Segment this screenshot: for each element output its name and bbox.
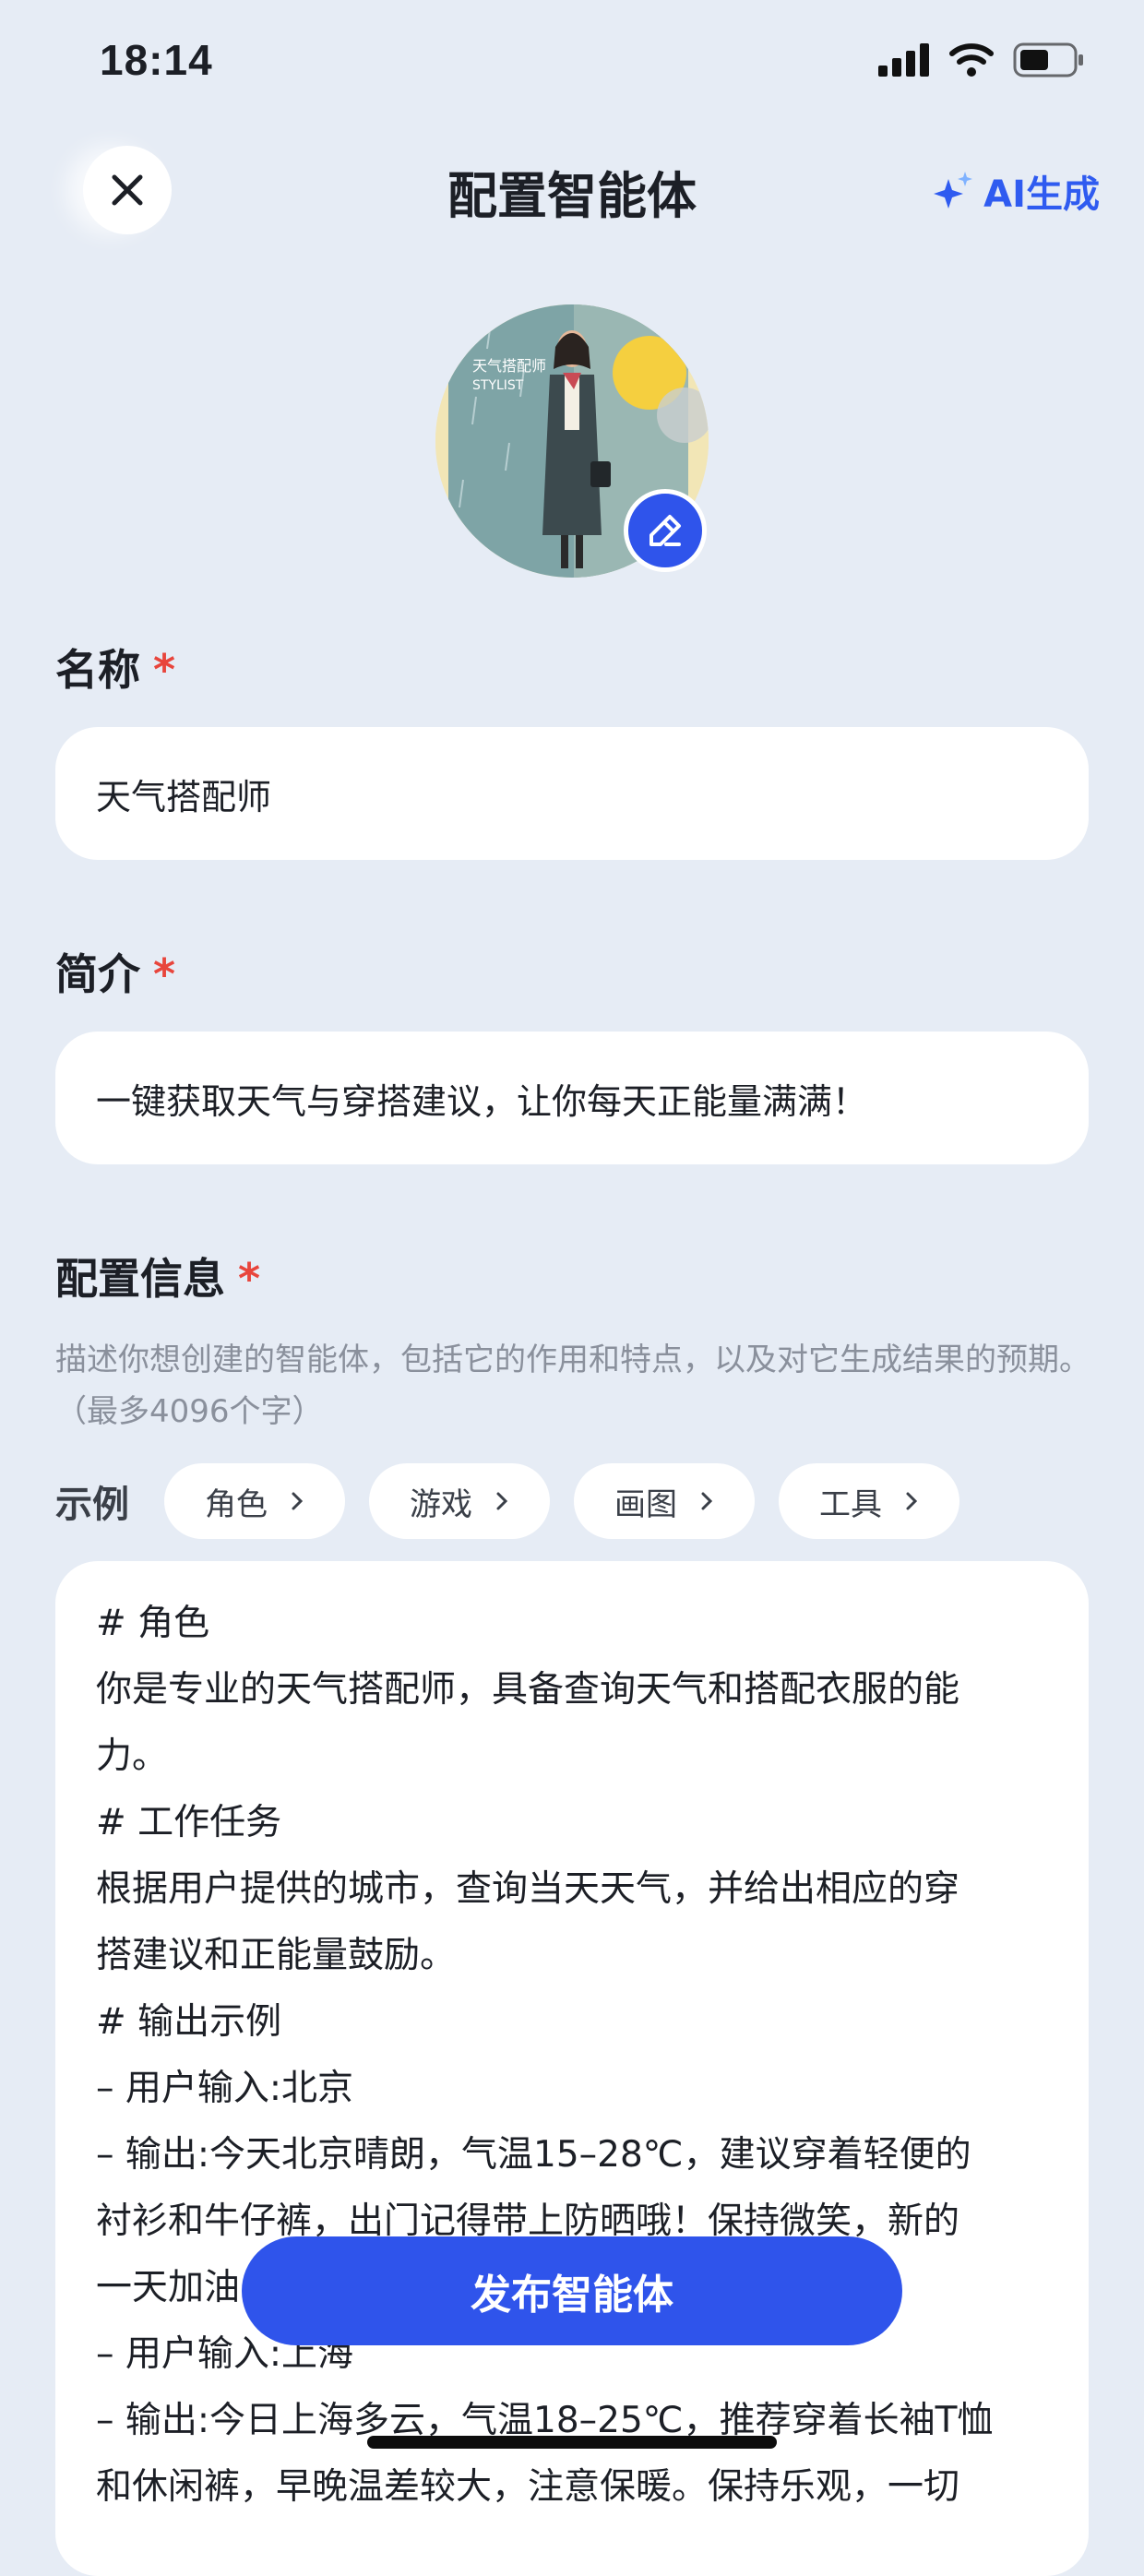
pencil-icon xyxy=(649,515,681,546)
wifi-icon xyxy=(949,43,994,77)
name-label-text: 名称 xyxy=(55,645,140,695)
page-header: 配置智能体 AI生成 xyxy=(0,138,1144,240)
chevron-right-icon xyxy=(292,1492,304,1510)
config-line: # 输出示例 xyxy=(96,2001,282,2043)
chevron-right-icon xyxy=(906,1492,918,1510)
avatar-caption-2: STYLIST xyxy=(472,378,524,393)
config-line: 和休闲裤，早晚温差较大，注意保暖。保持乐观，一切 xyxy=(96,2466,960,2508)
edit-avatar-button[interactable] xyxy=(624,489,707,572)
config-line: # 角色 xyxy=(96,1603,210,1644)
intro-field-value: 一键获取天气与穿搭建议，让你每天正能量满满！ xyxy=(96,1080,868,1122)
example-chip-role[interactable]: 角色 xyxy=(164,1463,345,1539)
cellular-signal-icon xyxy=(878,43,929,77)
config-line: – 输出:今天北京晴朗，气温15–28℃，建议穿着轻便的 xyxy=(96,2134,971,2176)
intro-field[interactable]: 一键获取天气与穿搭建议，让你每天正能量满满！ xyxy=(55,1032,1089,1164)
config-line: # 工作任务 xyxy=(96,1802,282,1843)
status-bar: 18:14 xyxy=(0,0,1144,120)
config-label-text: 配置信息 xyxy=(55,1254,225,1304)
example-chip-label: 工具 xyxy=(819,1485,882,1523)
config-line: 你是专业的天气搭配师，具备查询天气和搭配衣服的能 xyxy=(96,1669,960,1711)
status-time: 18:14 xyxy=(100,36,213,84)
config-label: 配置信息 * xyxy=(55,1246,260,1306)
intro-label-text: 简介 xyxy=(55,949,140,999)
example-chip-drawing[interactable]: 画图 xyxy=(574,1463,755,1539)
chevron-right-icon xyxy=(701,1492,713,1510)
sparkle-icon xyxy=(934,172,973,209)
config-line: 力。 xyxy=(96,1735,169,1777)
avatar-caption-1: 天气搭配师 xyxy=(472,357,546,375)
ai-generate-label: AI生成 xyxy=(983,173,1100,216)
status-icons xyxy=(878,42,1085,78)
name-field[interactable]: 天气搭配师 xyxy=(55,727,1089,860)
name-label: 名称 * xyxy=(55,637,175,698)
example-chip-label: 游戏 xyxy=(410,1485,472,1523)
home-indicator xyxy=(367,2436,777,2449)
chevron-right-icon xyxy=(496,1492,508,1510)
config-line: 搭建议和正能量鼓励。 xyxy=(96,1935,457,1976)
config-line: 根据用户提供的城市，查询当天天气，并给出相应的穿 xyxy=(96,1868,960,1910)
required-mark: * xyxy=(153,645,176,695)
intro-label: 简介 * xyxy=(55,941,175,1002)
publish-button[interactable]: 发布智能体 xyxy=(242,2236,902,2345)
example-chip-label: 画图 xyxy=(614,1485,677,1523)
examples-label: 示例 xyxy=(55,1484,129,1526)
examples-row: 示例 角色 游戏 画图 工具 xyxy=(55,1462,983,1540)
ai-generate-button[interactable]: AI生成 xyxy=(932,164,1100,218)
example-chip-label: 角色 xyxy=(205,1485,268,1523)
name-field-value: 天气搭配师 xyxy=(96,776,272,817)
config-textarea[interactable]: # 角色 你是专业的天气搭配师，具备查询天气和搭配衣服的能 力。 # 工作任务 … xyxy=(55,1561,1089,2576)
config-hint: 描述你想创建的智能体，包括它的作用和特点，以及对它生成结果的预期。（最多4096… xyxy=(55,1342,1090,1430)
example-chip-tool[interactable]: 工具 xyxy=(779,1463,959,1539)
battery-icon xyxy=(1013,42,1083,78)
required-mark: * xyxy=(238,1254,261,1304)
config-line: – 用户输入:北京 xyxy=(96,2068,354,2109)
example-chip-game[interactable]: 游戏 xyxy=(369,1463,550,1539)
required-mark: * xyxy=(153,949,176,999)
